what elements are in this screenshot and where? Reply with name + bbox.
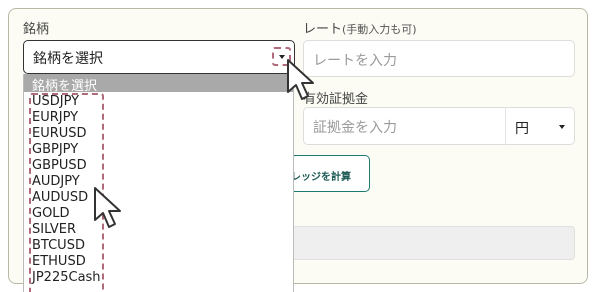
rate-label-group: レート(手動入力も可) bbox=[303, 18, 417, 37]
result-box bbox=[262, 226, 575, 260]
dropdown-header-option[interactable]: 銘柄を選択 bbox=[24, 74, 293, 94]
calculate-button-label: レッジを計算 bbox=[291, 172, 351, 183]
symbol-select[interactable]: 銘柄を選択 bbox=[23, 40, 295, 74]
dropdown-header-label: 銘柄を選択 bbox=[32, 79, 98, 94]
symbol-label: 銘柄 bbox=[23, 22, 50, 37]
rate-input[interactable]: レートを入力 bbox=[303, 40, 575, 77]
margin-input[interactable]: 証拠金を入力 bbox=[303, 107, 506, 145]
rate-placeholder: レートを入力 bbox=[313, 53, 397, 69]
rate-note: (手動入力も可) bbox=[342, 23, 417, 36]
symbol-selected-value: 銘柄を選択 bbox=[33, 51, 103, 67]
currency-select[interactable]: 円 bbox=[505, 107, 575, 145]
chevron-down-icon bbox=[559, 125, 565, 129]
currency-value: 円 bbox=[515, 121, 529, 137]
mouse-pointer-icon bbox=[287, 59, 314, 100]
margin-placeholder: 証拠金を入力 bbox=[313, 120, 397, 136]
mouse-pointer-icon bbox=[94, 187, 121, 228]
rate-label: レート bbox=[303, 22, 343, 37]
